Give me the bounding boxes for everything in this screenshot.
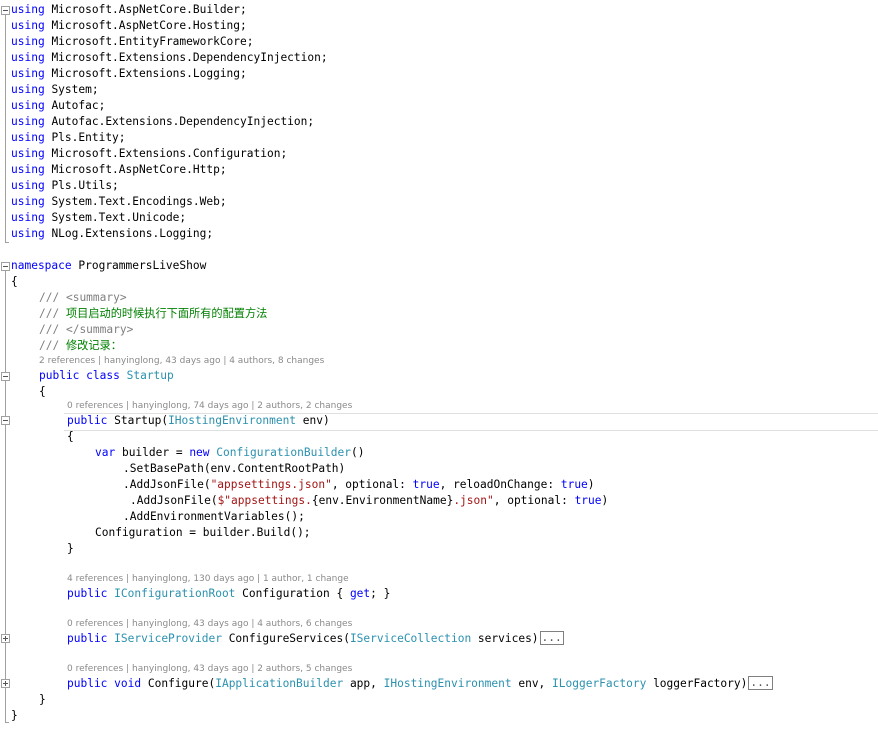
add-environment-variables-call: .AddEnvironmentVariables(); [123,510,305,523]
using-line: using System.Text.Unicode; [11,211,187,224]
configuration-property: public IConfigurationRoot Configuration … [67,587,391,600]
codelens-configure-services[interactable]: 0 references | hanyinglong, 43 days ago … [67,617,352,631]
using-line: using Microsoft.EntityFrameworkCore; [11,35,254,48]
doc-comment-summary-open: /// <summary> [39,291,127,304]
using-line: using Pls.Utils; [11,179,119,192]
using-line: using Microsoft.Extensions.DependencyInj… [11,51,328,64]
set-base-path-call: .SetBasePath(env.ContentRootPath) [123,462,346,475]
add-json-file-env-call: .AddJsonFile($"appsettings.{env.Environm… [130,494,609,507]
using-line: using Microsoft.Extensions.Configuration… [11,147,288,160]
code-editor[interactable]: using Microsoft.AspNetCore.Builder; usin… [0,0,878,733]
codelens-constructor[interactable]: 0 references | hanyinglong, 74 days ago … [67,399,352,413]
using-line: using Microsoft.Extensions.Logging; [11,67,247,80]
collapse-usings-icon[interactable] [1,6,10,15]
namespace-declaration: namespace ProgrammersLiveShow [11,259,207,272]
collapse-ctor-icon[interactable] [1,416,10,425]
using-line: using Microsoft.AspNetCore.Http; [11,163,227,176]
collapse-namespace-icon[interactable] [1,262,10,271]
outline-line [5,271,6,723]
collapsed-region-button[interactable]: ... [539,631,564,645]
using-line: using System.Text.Encodings.Web; [11,195,227,208]
add-json-file-call: .AddJsonFile("appsettings.json", optiona… [123,478,595,491]
using-line: using NLog.Extensions.Logging; [11,227,214,240]
codelens-configuration[interactable]: 4 references | hanyinglong, 130 days ago… [67,572,349,586]
doc-comment-summary-close: /// </summary> [39,323,134,336]
collapse-class-icon[interactable] [1,372,10,381]
configure-signature: public void Configure(IApplicationBuilde… [67,676,773,690]
outline-tick [5,722,9,723]
builder-declaration: var builder = new ConfigurationBuilder() [95,446,365,459]
doc-comment-change-log: /// 修改记录： [39,339,122,352]
class-declaration: public class Startup [39,369,174,382]
using-line: using System; [11,83,99,96]
namespace-open-brace: { [11,275,18,288]
namespace-close-brace: } [11,709,18,722]
codelens-configure[interactable]: 0 references | hanyinglong, 43 days ago … [67,662,352,676]
doc-comment-summary-text: /// 项目启动的时候执行下面所有的配置方法 [39,307,268,320]
outline-line [5,15,6,243]
constructor-open-brace: { [67,430,74,443]
expand-configure-icon[interactable] [1,679,10,688]
using-line: using Autofac.Extensions.DependencyInjec… [11,115,315,128]
class-open-brace: { [39,385,46,398]
expand-configure-services-icon[interactable] [1,634,10,643]
collapsed-region-button[interactable]: ... [748,676,773,690]
using-line: using Microsoft.AspNetCore.Builder; [11,3,247,16]
configure-services-signature: public IServiceProvider ConfigureService… [67,631,564,645]
codelens-class[interactable]: 2 references | hanyinglong, 43 days ago … [39,354,324,368]
using-line: using Pls.Entity; [11,131,126,144]
constructor-signature: public Startup(IHostingEnvironment env) [67,414,330,427]
configuration-assignment: Configuration = builder.Build(); [95,526,311,539]
outline-tick [5,242,9,243]
using-line: using Microsoft.AspNetCore.Hosting; [11,19,247,32]
using-line: using Autofac; [11,99,106,112]
class-close-brace: } [39,693,46,706]
constructor-close-brace: } [67,542,74,555]
